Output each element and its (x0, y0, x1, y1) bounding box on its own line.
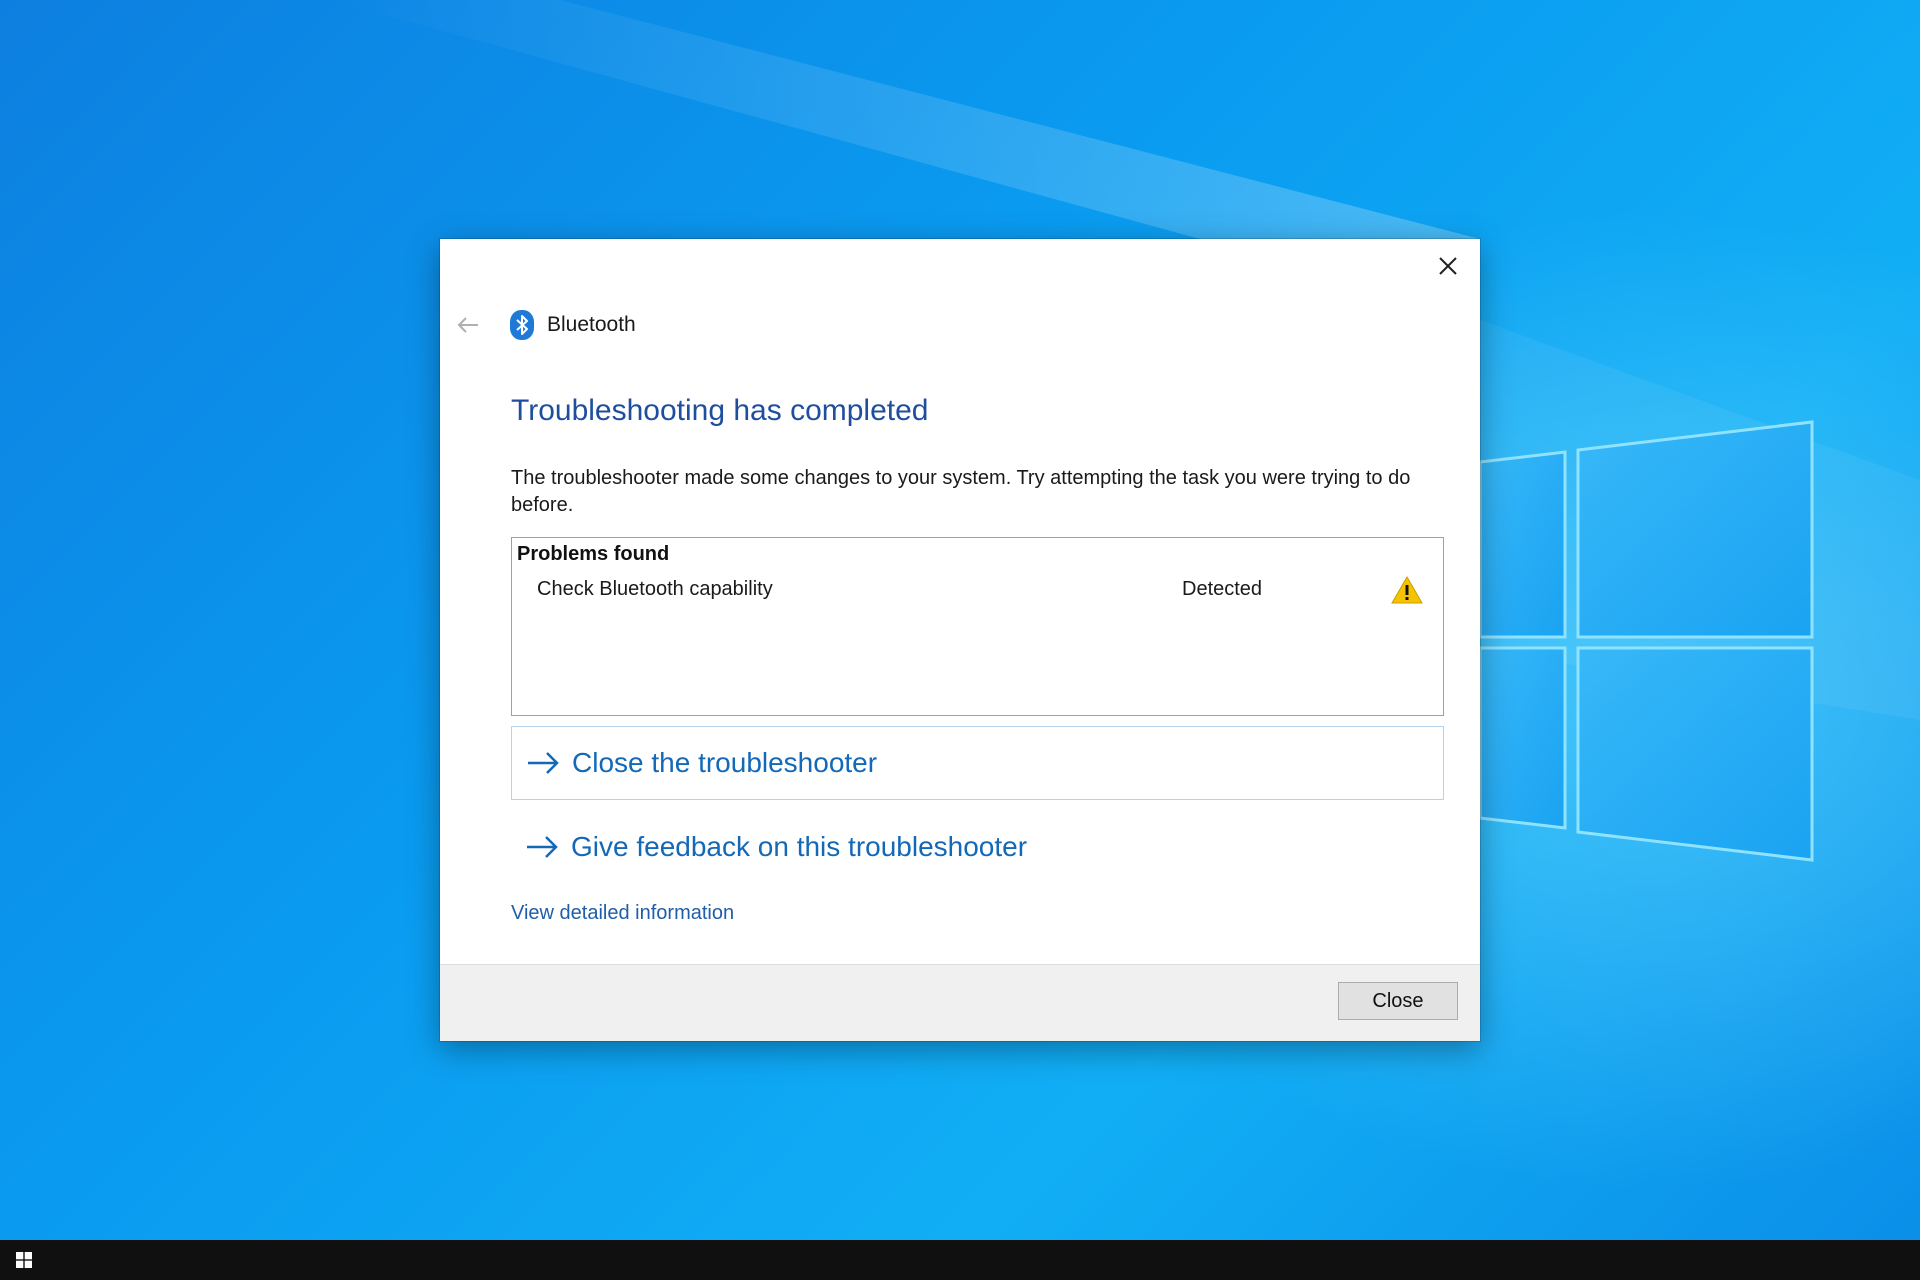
back-arrow-icon (457, 317, 478, 333)
dialog-footer: Close (440, 964, 1480, 1041)
give-feedback-label: Give feedback on this troubleshooter (571, 831, 1028, 862)
arrow-right-icon (525, 832, 559, 862)
bluetooth-icon (510, 310, 534, 340)
problem-name: Check Bluetooth capability (537, 578, 773, 600)
back-button[interactable] (452, 309, 484, 341)
troubleshooter-dialog: Bluetooth Troubleshooting has completed … (440, 239, 1480, 1041)
list-item: Check Bluetooth capability Detected (512, 575, 1443, 610)
arrow-right-icon (526, 748, 560, 778)
page-title: Troubleshooting has completed (511, 394, 929, 427)
warning-icon (1391, 575, 1423, 604)
view-detailed-information-link[interactable]: View detailed information (511, 902, 734, 925)
close-troubleshooter-label: Close the troubleshooter (572, 747, 878, 778)
dialog-header: Bluetooth (510, 305, 636, 345)
problem-status: Detected (1182, 578, 1263, 600)
description-text: The troubleshooter made some changes to … (511, 467, 1411, 516)
close-icon (1439, 257, 1457, 275)
problems-list: Problems found Check Bluetooth capabilit… (511, 537, 1444, 716)
windows-logo-icon (16, 1252, 32, 1268)
app-title: Bluetooth (547, 313, 636, 336)
taskbar (0, 1240, 1920, 1280)
close-button[interactable]: Close (1338, 982, 1458, 1020)
start-button[interactable] (0, 1240, 48, 1280)
give-feedback-option[interactable]: Give feedback on this troubleshooter (511, 810, 1444, 884)
close-window-button[interactable] (1426, 249, 1470, 283)
close-troubleshooter-option[interactable]: Close the troubleshooter (511, 726, 1444, 800)
problems-header: Problems found (517, 543, 670, 565)
